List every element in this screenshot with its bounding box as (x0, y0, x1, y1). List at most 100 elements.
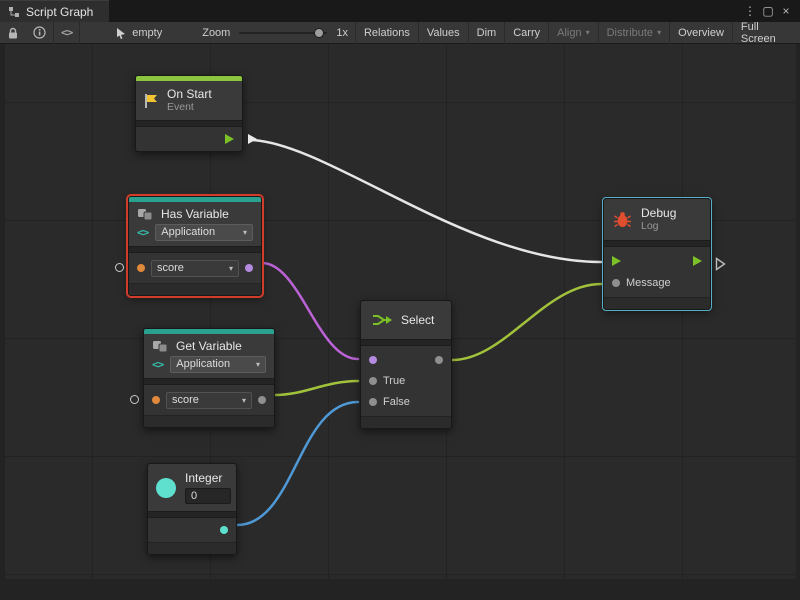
select-icon (371, 312, 393, 328)
message-port-label: Message (626, 277, 671, 289)
unconnected-input-marker[interactable] (130, 395, 139, 404)
result-output-port[interactable] (435, 356, 443, 364)
wire-select-to-log-message[interactable] (452, 284, 601, 360)
variable-name-dropdown[interactable]: score ▾ (166, 392, 252, 409)
chevron-down-icon: ▾ (256, 358, 260, 371)
bug-icon (613, 211, 632, 228)
flag-icon (144, 93, 159, 109)
value-output-port[interactable] (258, 396, 266, 404)
node-separator (604, 240, 710, 247)
selection-label: empty (132, 27, 162, 39)
scope-value: Application (161, 226, 215, 239)
cursor-icon (115, 27, 127, 39)
graph-icon (8, 6, 20, 18)
flow-output-port[interactable] (225, 134, 234, 144)
tab-script-graph[interactable]: Script Graph (0, 0, 109, 22)
bool-output-port[interactable] (245, 264, 253, 272)
true-input-port[interactable] (369, 377, 377, 385)
node-select[interactable]: Select True False (360, 300, 452, 429)
zoom-label: Zoom (202, 27, 230, 39)
node-titles: On Start Event (167, 87, 212, 114)
node-footer (604, 297, 710, 309)
lock-icon (7, 27, 19, 39)
variable-name-port[interactable] (137, 264, 145, 272)
variable-kind-icon: <> (137, 226, 148, 239)
variables-icon (137, 208, 154, 221)
integer-fields: Integer 0 (185, 471, 231, 504)
flow-output-port[interactable] (693, 256, 702, 266)
node-footer (148, 542, 236, 554)
integer-value-input[interactable]: 0 (185, 488, 231, 504)
node-title: Has Variable (161, 207, 229, 221)
node-integer[interactable]: Integer 0 (147, 463, 237, 555)
scope-dropdown[interactable]: Application ▾ (170, 356, 266, 373)
window-controls: ⋮ ▢ × (742, 0, 800, 22)
node-on-start[interactable]: On Start Event (135, 75, 243, 152)
variables-icon (152, 340, 169, 353)
variable-name-port[interactable] (152, 396, 160, 404)
node-title: Debug (641, 206, 676, 220)
scope-value: Application (176, 358, 230, 371)
wire-getvariable-to-select-true[interactable] (275, 381, 358, 395)
overview-button[interactable]: Overview (669, 22, 732, 44)
node-footer (129, 283, 261, 295)
distribute-button: Distribute ▾ (598, 22, 669, 44)
chevron-down-icon: ▾ (229, 262, 233, 275)
relations-button[interactable]: Relations (355, 22, 418, 44)
node-title: On Start (167, 87, 212, 101)
window-titlebar: Script Graph ⋮ ▢ × (0, 0, 800, 22)
selection-indicator: empty (108, 22, 169, 44)
chevron-down-icon: ▾ (243, 226, 247, 239)
chevron-down-icon: ▾ (657, 28, 661, 37)
node-footer (144, 415, 274, 427)
carry-button[interactable]: Carry (504, 22, 548, 44)
node-has-variable[interactable]: Has Variable <> Application ▾ score ▾ (128, 196, 262, 296)
tab-title: Script Graph (26, 5, 93, 19)
graph-canvas[interactable]: On Start Event Has Variable <> (0, 44, 800, 600)
variable-name-value: score (157, 262, 184, 275)
node-separator (148, 511, 236, 518)
chevron-down-icon: ▾ (586, 28, 590, 37)
variable-name-value: score (172, 394, 199, 407)
condition-input-port[interactable] (369, 356, 377, 364)
info-icon (33, 26, 46, 39)
node-separator (144, 378, 274, 385)
full-screen-button[interactable]: Full Screen (732, 22, 800, 44)
align-button: Align ▾ (548, 22, 597, 44)
window-menu-icon[interactable]: ⋮ (742, 0, 758, 22)
dim-button[interactable]: Dim (468, 22, 505, 44)
node-title: Integer (185, 471, 231, 485)
scope-dropdown[interactable]: Application ▾ (155, 224, 253, 241)
number-output-port[interactable] (220, 526, 228, 534)
zoom-slider[interactable] (239, 32, 327, 34)
variable-name-dropdown[interactable]: score ▾ (151, 260, 239, 277)
node-get-variable[interactable]: Get Variable <> Application ▾ score ▾ (143, 328, 275, 428)
maximize-icon[interactable]: ▢ (760, 0, 776, 22)
false-input-port[interactable] (369, 398, 377, 406)
zoom-slider-handle[interactable] (314, 28, 324, 38)
close-icon[interactable]: × (778, 0, 794, 22)
next-flow-marker (715, 257, 726, 271)
wire-onstart-to-log-flow[interactable] (252, 140, 601, 262)
node-subtitle: Log (641, 220, 676, 233)
wire-hasvariable-to-select-condition[interactable] (262, 263, 358, 359)
chevron-down-icon: ▾ (242, 394, 246, 407)
zoom-control: Zoom 1x (195, 22, 355, 44)
false-port-label: False (383, 396, 410, 408)
node-title: Select (401, 313, 434, 327)
toolbar-separator (79, 22, 80, 44)
node-subtitle: Event (167, 101, 212, 114)
unconnected-input-marker[interactable] (115, 263, 124, 272)
node-separator (361, 339, 451, 346)
message-input-port[interactable] (612, 279, 620, 287)
node-separator (129, 246, 261, 253)
flow-input-port[interactable] (612, 256, 621, 266)
true-port-label: True (383, 375, 405, 387)
values-button[interactable]: Values (418, 22, 468, 44)
variable-kind-icon: <> (152, 358, 163, 371)
node-debug-log[interactable]: Debug Log Message (603, 198, 711, 310)
lock-button[interactable] (0, 22, 26, 44)
code-preview-button[interactable]: <> (54, 22, 79, 44)
code-icon: <> (61, 26, 72, 39)
inspect-button[interactable] (26, 22, 53, 44)
